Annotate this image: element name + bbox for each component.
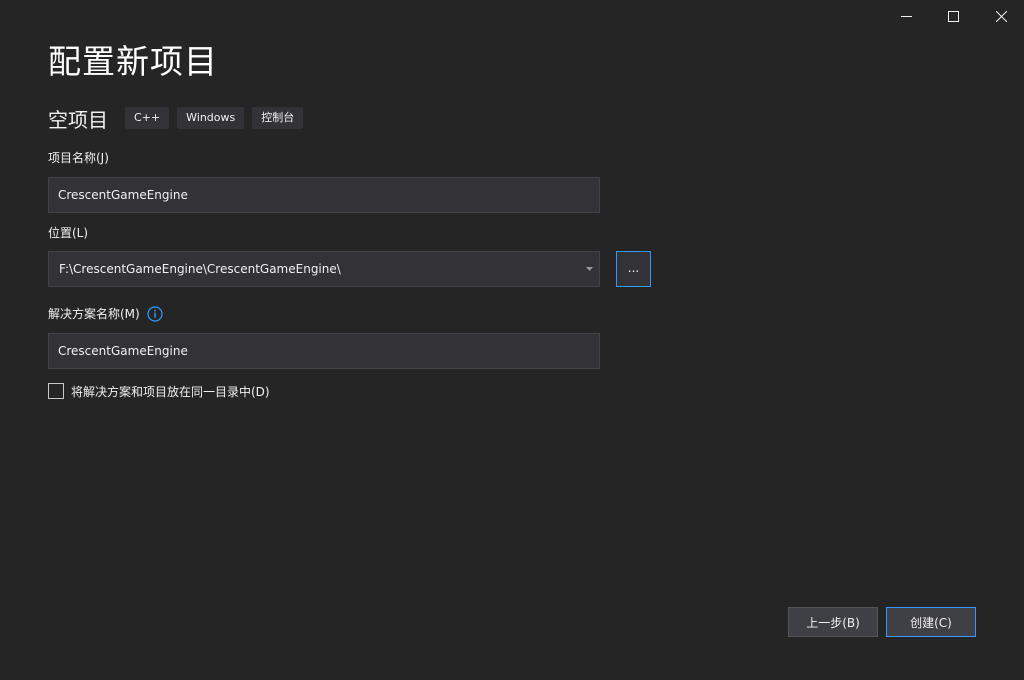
back-button[interactable]: 上一步(B): [788, 607, 878, 637]
close-icon: [995, 10, 1007, 22]
template-summary: 空项目 C++ Windows 控制台: [48, 104, 311, 132]
minimize-icon: [900, 11, 912, 22]
solution-name-label-row: 解决方案名称(M): [48, 305, 163, 323]
tag-platform: Windows: [177, 107, 245, 129]
same-directory-option[interactable]: 将解决方案和项目放在同一目录中(D): [48, 381, 270, 401]
solution-name-label: 解决方案名称(M): [48, 307, 140, 321]
info-icon[interactable]: [147, 306, 163, 322]
close-button[interactable]: [978, 0, 1024, 32]
browse-button[interactable]: ...: [616, 251, 651, 287]
project-name-label: 项目名称(J): [48, 151, 109, 165]
maximize-icon: [947, 10, 959, 22]
location-combobox[interactable]: F:\CrescentGameEngine\CrescentGameEngine…: [48, 251, 600, 287]
maximize-button[interactable]: [930, 0, 976, 32]
chevron-down-icon[interactable]: [582, 262, 596, 276]
create-button[interactable]: 创建(C): [886, 607, 976, 637]
location-value: F:\CrescentGameEngine\CrescentGameEngine…: [59, 262, 341, 276]
solution-name-input[interactable]: [48, 333, 600, 369]
location-label: 位置(L): [48, 226, 89, 240]
same-directory-checkbox[interactable]: [48, 383, 64, 399]
tag-language: C++: [125, 107, 170, 129]
minimize-button[interactable]: [883, 0, 929, 32]
project-name-input[interactable]: [48, 177, 600, 213]
tag-project-type: 控制台: [252, 107, 304, 129]
page-title: 配置新项目: [48, 42, 218, 81]
same-directory-label: 将解决方案和项目放在同一目录中(D): [71, 384, 270, 399]
template-name: 空项目: [48, 107, 108, 132]
